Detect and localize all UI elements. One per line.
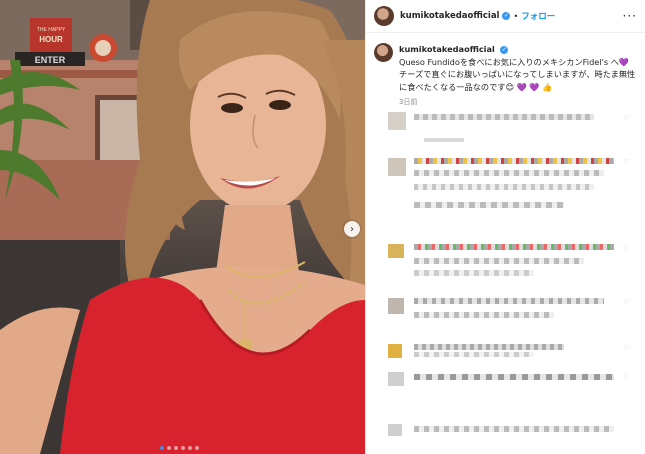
sign-text-2: HOUR: [39, 35, 63, 44]
comment-avatar: [388, 158, 406, 176]
comment-text: [414, 270, 534, 276]
comment-text: [414, 170, 604, 176]
caption-row: kumikotakedaofficial ✓ Queso Fundidoを食べに…: [366, 33, 645, 107]
comment-text: [414, 202, 564, 208]
carousel-dot[interactable]: [181, 446, 185, 450]
photo-illustration: THE HAPPY HOUR ENTER: [0, 0, 365, 454]
comment-text: [414, 114, 594, 120]
verified-badge-icon: ✓: [500, 45, 509, 54]
comment-text: [414, 352, 534, 357]
comment-meta: [424, 138, 464, 142]
carousel-dot[interactable]: [174, 446, 178, 450]
post-side-panel: kumikotakedaofficial ✓ • フォロー ··· kumiko…: [365, 0, 645, 454]
heart-icon[interactable]: ♡: [623, 298, 629, 306]
comment-text: [414, 244, 614, 250]
heart-icon[interactable]: ♡: [623, 344, 629, 352]
caption-avatar[interactable]: [374, 43, 393, 62]
comment-avatar: [388, 112, 406, 130]
comment-text: [414, 184, 594, 190]
comment-text: [414, 298, 604, 304]
post-photo[interactable]: THE HAPPY HOUR ENTER ›: [0, 0, 365, 454]
separator-dot: •: [513, 11, 519, 21]
sign-text-1: THE HAPPY: [37, 27, 66, 33]
carousel-dot[interactable]: [195, 446, 199, 450]
caption: kumikotakedaofficial ✓ Queso Fundidoを食べに…: [399, 43, 637, 93]
avatar[interactable]: [374, 6, 394, 26]
username-link[interactable]: kumikotakedaofficial: [400, 11, 499, 21]
comment-text: [414, 344, 564, 350]
carousel-dot[interactable]: [160, 446, 164, 450]
post-timestamp[interactable]: 3日前: [399, 97, 637, 107]
heart-icon[interactable]: ♡: [623, 158, 629, 166]
carousel-next-button[interactable]: ›: [344, 221, 360, 237]
caption-text: Queso Fundidoを食べにお気に入りのメキシカンFidel's へ💜 チ…: [399, 56, 636, 92]
carousel-dot[interactable]: [188, 446, 192, 450]
post-header: kumikotakedaofficial ✓ • フォロー ···: [366, 0, 645, 33]
follow-button[interactable]: フォロー: [521, 10, 555, 22]
comment-text: [414, 374, 614, 380]
comment-text: [414, 426, 614, 432]
comment-avatar: [388, 298, 404, 314]
heart-icon[interactable]: ♡: [623, 372, 629, 380]
comment-avatar: [388, 344, 402, 358]
heart-icon[interactable]: ♡: [623, 244, 629, 252]
comment-text: [414, 312, 554, 318]
comment-text: [414, 258, 584, 264]
chevron-right-icon: ›: [350, 223, 354, 235]
sign-text-3: ENTER: [35, 55, 66, 65]
verified-badge-icon: ✓: [502, 12, 511, 20]
instagram-post-view: THE HAPPY HOUR ENTER › kumikotakedaoffic…: [0, 0, 645, 454]
carousel-dot[interactable]: [167, 446, 171, 450]
comment-avatar: [388, 244, 404, 258]
heart-icon[interactable]: ♡: [623, 114, 629, 122]
carousel-dots: [160, 446, 199, 450]
comment-text: [414, 158, 614, 164]
comment-avatar: [388, 372, 404, 386]
comment-avatar: [388, 424, 402, 436]
caption-username[interactable]: kumikotakedaofficial: [399, 44, 495, 54]
more-options-icon[interactable]: ···: [623, 9, 637, 23]
